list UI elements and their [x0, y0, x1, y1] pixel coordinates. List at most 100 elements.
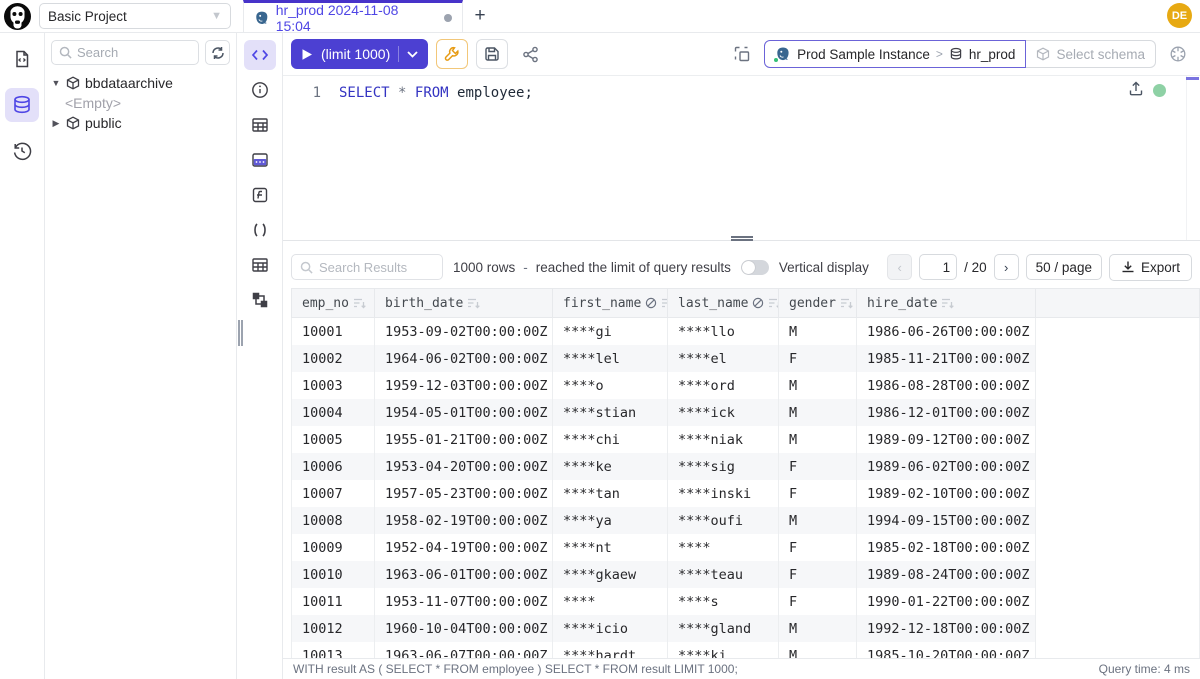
table-cell[interactable]: ****gkaew	[553, 561, 668, 588]
table-cell[interactable]: 10001	[291, 318, 375, 345]
new-tab-button[interactable]: +	[463, 0, 497, 32]
table-cell[interactable]: ****inski	[668, 480, 779, 507]
table-cell[interactable]: 1989-08-24T00:00:00Z	[857, 561, 1036, 588]
table-row[interactable]: 100121960-10-04T00:00:00Z****icio****gla…	[291, 615, 1200, 642]
table-cell[interactable]: F	[779, 534, 857, 561]
functions-icon[interactable]	[244, 180, 276, 210]
sort-icon[interactable]	[768, 297, 779, 309]
table-cell[interactable]: ****icio	[553, 615, 668, 642]
code-view-icon[interactable]	[244, 40, 276, 70]
table-cell[interactable]: M	[779, 426, 857, 453]
table-cell[interactable]: ****gland	[668, 615, 779, 642]
table-cell[interactable]: 1986-06-26T00:00:00Z	[857, 318, 1036, 345]
table-cell[interactable]: 1952-04-19T00:00:00Z	[375, 534, 553, 561]
table-cell[interactable]: F	[779, 345, 857, 372]
vertical-display-toggle[interactable]	[741, 260, 769, 275]
diagram-icon[interactable]	[244, 285, 276, 315]
column-header[interactable]: birth_date	[375, 289, 553, 317]
table-cell[interactable]: ****sig	[668, 453, 779, 480]
views-icon[interactable]	[244, 250, 276, 280]
page-size-select[interactable]: 50 / page	[1026, 254, 1102, 280]
table-row[interactable]: 100071957-05-23T00:00:00Z****tan****insk…	[291, 480, 1200, 507]
table-cell[interactable]: 10006	[291, 453, 375, 480]
table-cell[interactable]: 1963-06-01T00:00:00Z	[375, 561, 553, 588]
sort-icon[interactable]	[661, 297, 668, 309]
results-search-input[interactable]: Search Results	[291, 254, 443, 280]
table-cell[interactable]: 1964-06-02T00:00:00Z	[375, 345, 553, 372]
table-cell[interactable]: M	[779, 507, 857, 534]
table-cell[interactable]: ****tan	[553, 480, 668, 507]
table-cell[interactable]: 10002	[291, 345, 375, 372]
table-row[interactable]: 100041954-05-01T00:00:00Z****stian****ic…	[291, 399, 1200, 426]
table-cell[interactable]: 10011	[291, 588, 375, 615]
table-cell[interactable]: 10004	[291, 399, 375, 426]
schema-selector[interactable]: Select schema	[1026, 40, 1156, 68]
sort-icon[interactable]	[941, 297, 954, 309]
table-cell[interactable]: ****nt	[553, 534, 668, 561]
table-cell[interactable]: 1953-04-20T00:00:00Z	[375, 453, 553, 480]
page-number-input[interactable]	[919, 254, 957, 280]
procedures-icon[interactable]	[244, 215, 276, 245]
table-cell[interactable]: ****ke	[553, 453, 668, 480]
table-row[interactable]: 100031959-12-03T00:00:00Z****o****ordM19…	[291, 372, 1200, 399]
table-cell[interactable]: ****ord	[668, 372, 779, 399]
caret-right-icon[interactable]: ▶	[51, 118, 61, 129]
table-cell[interactable]: 1989-09-12T00:00:00Z	[857, 426, 1036, 453]
table-row[interactable]: 100011953-09-02T00:00:00Z****gi****lloM1…	[291, 318, 1200, 345]
table-cell[interactable]: F	[779, 588, 857, 615]
table-cell[interactable]: ****chi	[553, 426, 668, 453]
table-cell[interactable]: ****niak	[668, 426, 779, 453]
table-cell[interactable]: 1955-01-21T00:00:00Z	[375, 426, 553, 453]
table-cell[interactable]: 1989-06-02T00:00:00Z	[857, 453, 1036, 480]
column-header[interactable]: gender	[779, 289, 857, 317]
export-button[interactable]: Export	[1109, 254, 1192, 281]
save-button[interactable]	[476, 39, 508, 69]
run-query-button[interactable]: (limit 1000)	[291, 39, 428, 69]
prev-page-button[interactable]: ‹	[887, 254, 912, 280]
table-cell[interactable]: M	[779, 372, 857, 399]
app-logo-icon[interactable]	[4, 3, 31, 30]
sheet-colored-icon[interactable]	[244, 145, 276, 175]
panel-resize-handle[interactable]	[238, 320, 243, 346]
table-row[interactable]: 100081958-02-19T00:00:00Z****ya****oufiM…	[291, 507, 1200, 534]
table-cell[interactable]: ****stian	[553, 399, 668, 426]
share-button[interactable]	[516, 40, 544, 68]
table-cell[interactable]: ****ick	[668, 399, 779, 426]
table-row[interactable]: 100021964-06-02T00:00:00Z****lel****elF1…	[291, 345, 1200, 372]
sort-icon[interactable]	[353, 297, 366, 309]
column-header[interactable]: hire_date	[857, 289, 1036, 317]
table-cell[interactable]: M	[779, 615, 857, 642]
table-cell[interactable]: 1989-02-10T00:00:00Z	[857, 480, 1036, 507]
table-row[interactable]: 100091952-04-19T00:00:00Z****nt****F1985…	[291, 534, 1200, 561]
table-cell[interactable]: 1985-11-21T00:00:00Z	[857, 345, 1036, 372]
table-cell[interactable]: 1960-10-04T00:00:00Z	[375, 615, 553, 642]
table-cell[interactable]: 10005	[291, 426, 375, 453]
troubleshoot-button[interactable]	[436, 39, 468, 69]
table-cell[interactable]: F	[779, 480, 857, 507]
avatar[interactable]: DE	[1167, 3, 1192, 28]
database-rail-icon[interactable]	[5, 88, 39, 122]
sql-editor[interactable]: 1 SELECT * FROM employee;	[283, 76, 1200, 240]
table-cell[interactable]: ****o	[553, 372, 668, 399]
next-page-button[interactable]: ›	[994, 254, 1019, 280]
column-header[interactable]: last_name	[668, 289, 779, 317]
connection-selector[interactable]: Prod Sample Instance > hr_prod	[764, 40, 1026, 68]
table-cell[interactable]: 1990-01-22T00:00:00Z	[857, 588, 1036, 615]
table-cell[interactable]: 10009	[291, 534, 375, 561]
column-header[interactable]: first_name	[553, 289, 668, 317]
table-cell[interactable]: M	[779, 399, 857, 426]
table-cell[interactable]: ****lel	[553, 345, 668, 372]
table-cell[interactable]: 1953-11-07T00:00:00Z	[375, 588, 553, 615]
table-cell[interactable]: 1958-02-19T00:00:00Z	[375, 507, 553, 534]
table-row[interactable]: 100111953-11-07T00:00:00Z********sF1990-…	[291, 588, 1200, 615]
table-cell[interactable]: ****teau	[668, 561, 779, 588]
table-cell[interactable]: 10008	[291, 507, 375, 534]
info-icon[interactable]	[244, 75, 276, 105]
table-cell[interactable]: 1957-05-23T00:00:00Z	[375, 480, 553, 507]
table-cell[interactable]: 10012	[291, 615, 375, 642]
table-cell[interactable]: ****llo	[668, 318, 779, 345]
table-cell[interactable]: ****oufi	[668, 507, 779, 534]
worksheet-doc-icon[interactable]	[5, 42, 39, 76]
table-cell[interactable]: 1994-09-15T00:00:00Z	[857, 507, 1036, 534]
table-cell[interactable]: 1992-12-18T00:00:00Z	[857, 615, 1036, 642]
